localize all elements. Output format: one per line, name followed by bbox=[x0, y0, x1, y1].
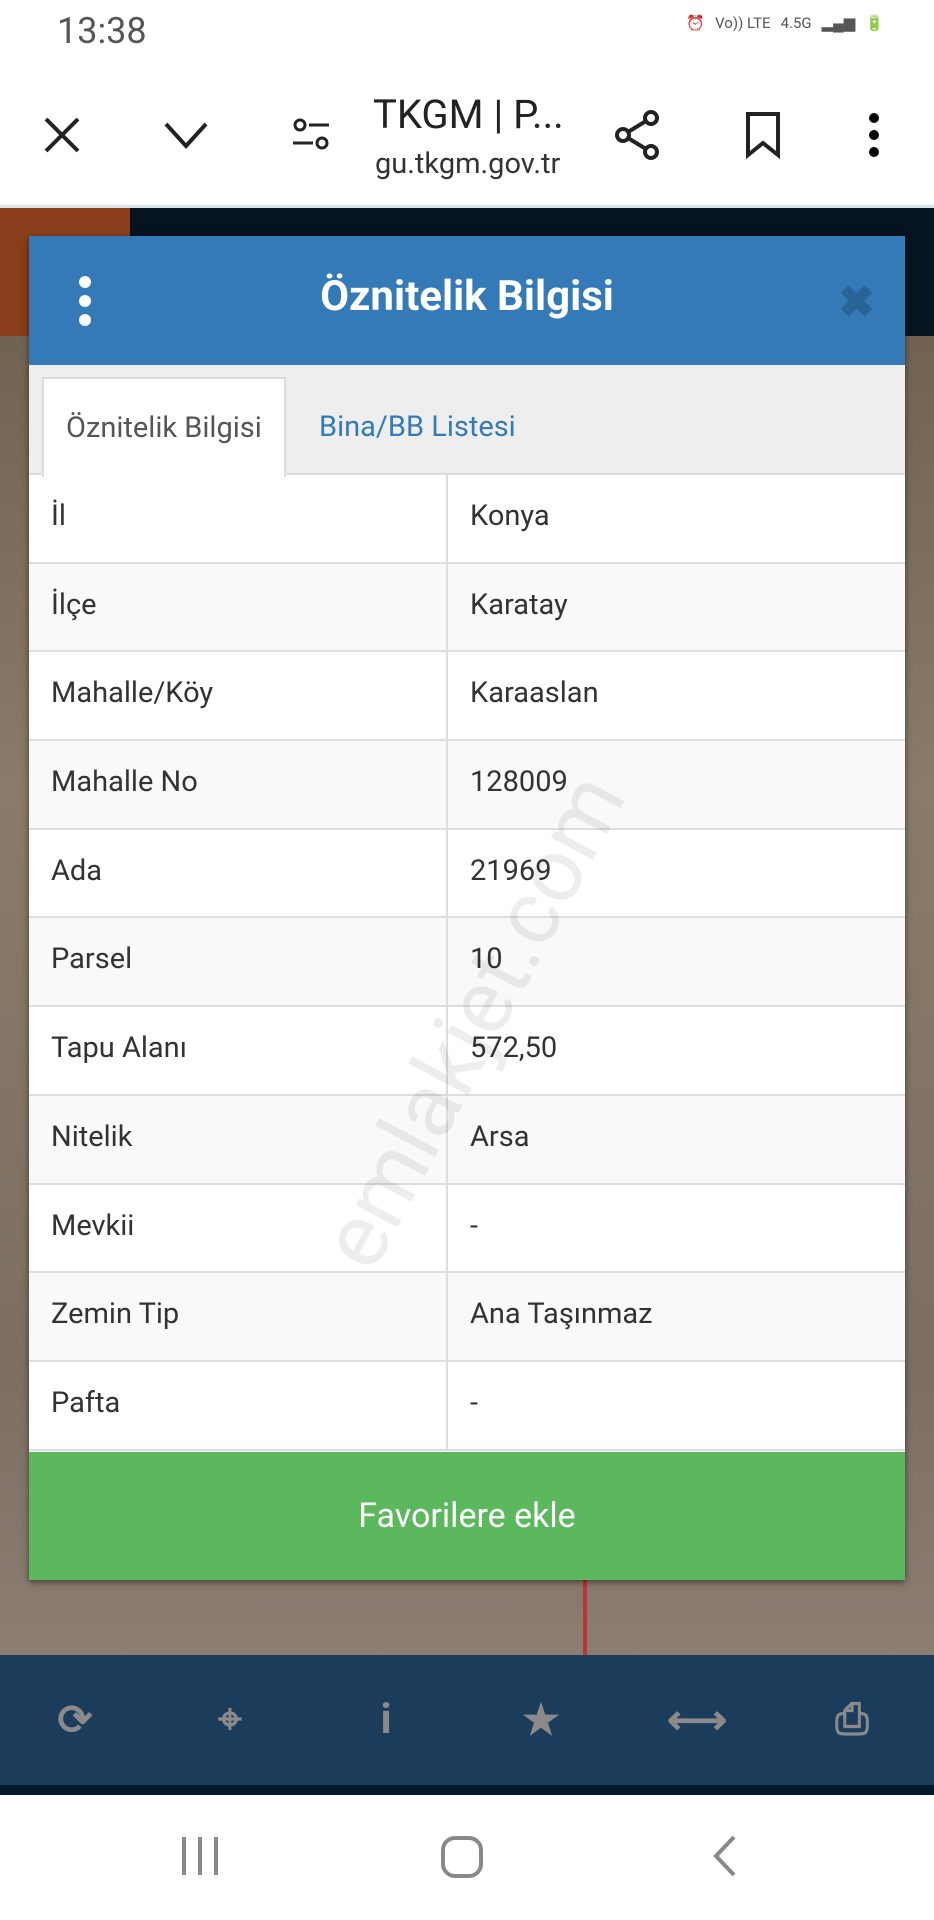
more-options-icon[interactable] bbox=[846, 107, 902, 163]
row-value: Karaaslan bbox=[470, 676, 599, 711]
row-key: Pafta bbox=[29, 1361, 448, 1449]
dialog-title: Öznitelik Bilgisi bbox=[320, 272, 614, 321]
row-key: Mahalle No bbox=[29, 741, 448, 828]
alarm-icon: ⏰ bbox=[686, 14, 706, 32]
back-icon[interactable] bbox=[712, 1835, 738, 1881]
system-nav-bar bbox=[0, 1795, 934, 1920]
table-row: Ada 21969 bbox=[29, 829, 905, 919]
row-value: Arsa bbox=[470, 1119, 530, 1154]
page-url[interactable]: gu.tkgm.gov.tr bbox=[375, 147, 560, 181]
measure-icon[interactable]: ⟷ bbox=[667, 1695, 727, 1745]
row-key: Mahalle/Köy bbox=[29, 652, 448, 740]
attribute-dialog: Öznitelik Bilgisi ✖ Öznitelik Bilgisi Bi… bbox=[29, 236, 905, 1580]
recent-apps-icon[interactable] bbox=[180, 1835, 220, 1881]
dialog-header: Öznitelik Bilgisi ✖ bbox=[29, 236, 905, 365]
status-icons: ⏰ Vo)) LTE 4.5G ▂▄▆ 🔋 bbox=[686, 14, 884, 32]
row-value: - bbox=[470, 1385, 479, 1420]
row-key: Zemin Tip bbox=[29, 1273, 448, 1360]
parcel-boundary bbox=[583, 1578, 587, 1658]
clock: 13:38 bbox=[57, 10, 147, 52]
signal-icon: ▂▄▆ bbox=[821, 14, 856, 32]
refresh-icon[interactable]: ⟳ bbox=[45, 1695, 105, 1745]
bookmark-icon[interactable] bbox=[735, 107, 791, 163]
row-value: - bbox=[470, 1208, 479, 1243]
close-dialog-icon[interactable]: ✖ bbox=[838, 276, 875, 328]
browser-toolbar: TKGM | P... gu.tkgm.gov.tr bbox=[0, 67, 934, 208]
row-value: Konya bbox=[470, 499, 550, 533]
table-row: Mahalle No 128009 bbox=[29, 741, 905, 830]
table-row: Mahalle/Köy Karaaslan bbox=[29, 652, 905, 742]
table-row: İl Konya bbox=[29, 475, 905, 564]
row-key: İl bbox=[29, 475, 448, 562]
share-icon[interactable] bbox=[610, 107, 666, 163]
row-key: Parsel bbox=[29, 918, 448, 1006]
row-value: 128009 bbox=[470, 765, 568, 800]
tab-attribute-info[interactable]: Öznitelik Bilgisi bbox=[42, 377, 286, 477]
site-settings-icon[interactable] bbox=[283, 107, 339, 163]
locate-icon[interactable]: ⌖ bbox=[200, 1695, 260, 1745]
tab-building-list[interactable]: Bina/BB Listesi bbox=[297, 377, 538, 477]
table-row: İlçe Karatay bbox=[29, 563, 905, 653]
close-icon[interactable] bbox=[34, 107, 90, 163]
tab-bar: Öznitelik Bilgisi Bina/BB Listesi bbox=[29, 365, 905, 477]
table-row: Mevkii - bbox=[29, 1184, 905, 1274]
row-key: Ada bbox=[29, 829, 448, 917]
row-key: İlçe bbox=[29, 563, 448, 651]
table-row: Pafta - bbox=[29, 1361, 905, 1451]
speed-label: 4.5G bbox=[780, 14, 812, 32]
row-value: Karatay bbox=[470, 587, 568, 622]
row-value: Ana Taşınmaz bbox=[470, 1297, 653, 1332]
table-row: Zemin Tip Ana Taşınmaz bbox=[29, 1273, 905, 1362]
battery-icon: 🔋 bbox=[865, 14, 884, 32]
network-label: Vo)) LTE bbox=[715, 14, 771, 32]
star-icon[interactable]: ★ bbox=[511, 1695, 571, 1745]
add-to-favorites-button[interactable]: Favorilere ekle bbox=[29, 1452, 905, 1580]
page-title[interactable]: TKGM | P... bbox=[373, 91, 564, 138]
home-icon[interactable] bbox=[440, 1835, 484, 1883]
print-icon[interactable]: ⎙ bbox=[822, 1695, 882, 1745]
map-toolbar: ⟳ ⌖ i ★ ⟷ ⎙ bbox=[0, 1655, 934, 1795]
chevron-down-icon[interactable] bbox=[158, 107, 214, 163]
status-bar: 13:38 ⏰ Vo)) LTE 4.5G ▂▄▆ 🔋 bbox=[0, 0, 934, 67]
info-icon[interactable]: i bbox=[356, 1695, 416, 1745]
